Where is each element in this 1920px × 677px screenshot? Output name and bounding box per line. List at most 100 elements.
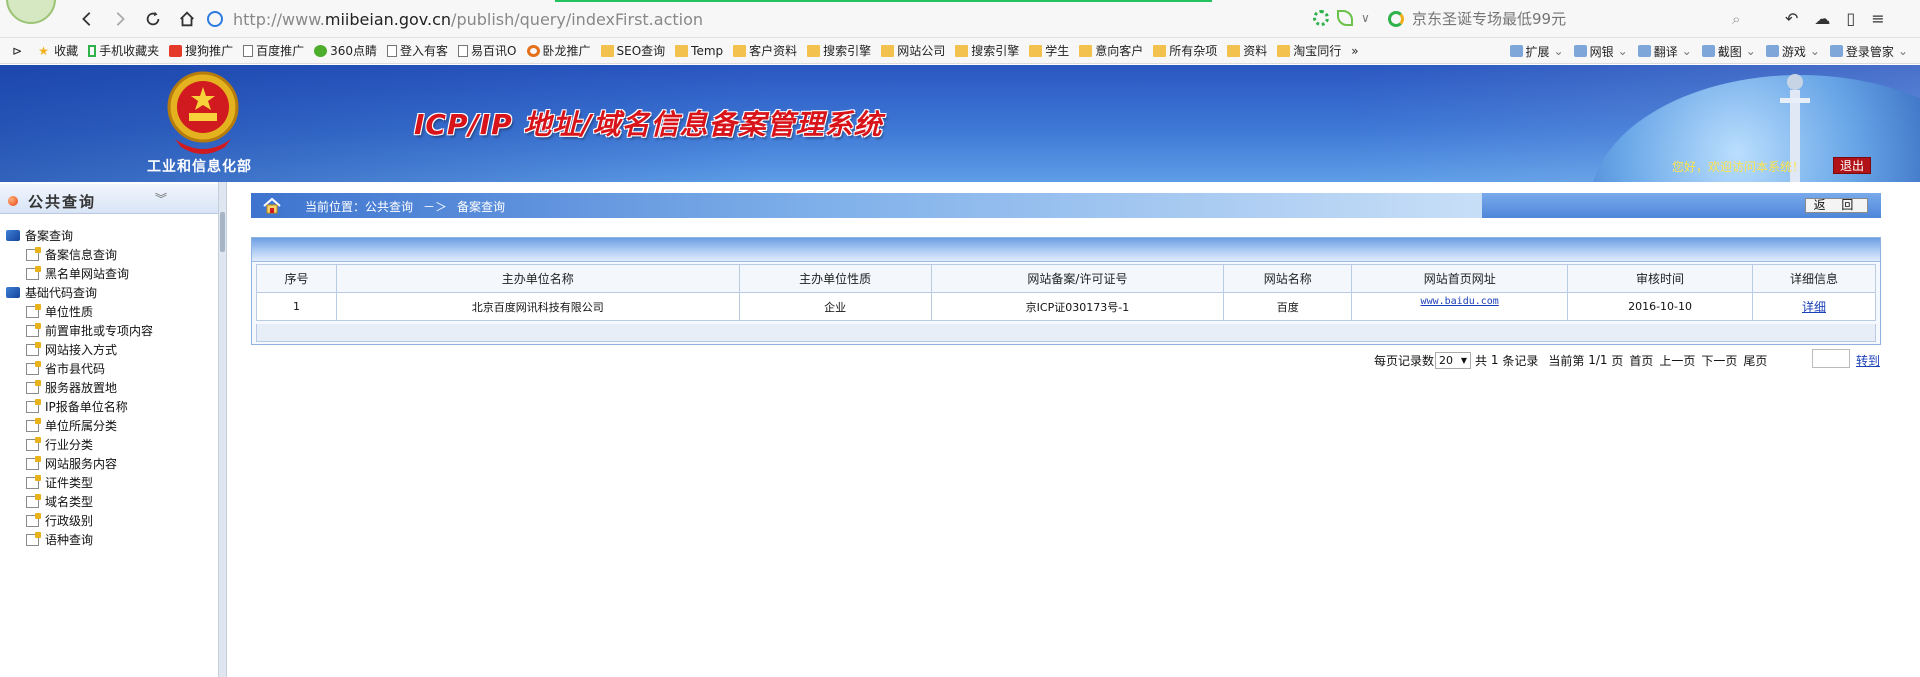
sidebar-item-1-6[interactable]: 单位所属分类 — [6, 416, 153, 435]
url-dropdown-icon[interactable]: ∨ — [1361, 10, 1377, 26]
bookmark-label: SEO查询 — [616, 44, 666, 58]
sidebar-item-1-12[interactable]: 语种查询 — [6, 530, 153, 549]
tree-group-0[interactable]: 备案查询 — [6, 226, 153, 245]
bookmark-label: 截图 — [1717, 44, 1742, 59]
right-bookmark-0[interactable]: 扩展 ⌄ — [1509, 43, 1564, 60]
left-bookmark-13[interactable]: 搜索引擎 — [955, 42, 1019, 59]
sidebar-item-1-2[interactable]: 网站接入方式 — [6, 340, 153, 359]
homepage-link[interactable]: www.baidu.com — [1421, 296, 1499, 307]
sidebar-item-1-9[interactable]: 证件类型 — [6, 473, 153, 492]
user-avatar[interactable] — [6, 0, 56, 24]
sidebar-item-1-11[interactable]: 行政级别 — [6, 511, 153, 530]
cell-homepage: www.baidu.com — [1351, 292, 1569, 321]
goto-page-link[interactable]: 转到 — [1856, 352, 1880, 369]
left-bookmark-15[interactable]: 意向客户 — [1079, 42, 1143, 59]
menu-icon[interactable]: ≡ — [1871, 9, 1884, 28]
sidebar-item-1-0[interactable]: 单位性质 — [6, 302, 153, 321]
star-icon: ★ — [38, 43, 49, 58]
sidebar-item-1-5[interactable]: IP报备单位名称 — [6, 397, 153, 416]
sidebar-item-1-10[interactable]: 域名类型 — [6, 492, 153, 511]
site-info-icon[interactable] — [207, 11, 223, 27]
left-bookmark-4[interactable]: 360点睛 — [314, 42, 377, 59]
breadcrumb-separator: －＞ — [423, 200, 448, 214]
prev-page-link[interactable]: 上一页 — [1659, 352, 1695, 369]
detail-link[interactable]: 详细 — [1802, 300, 1826, 314]
left-bookmark-1[interactable]: 手机收藏夹 — [88, 42, 159, 59]
left-bookmark-10[interactable]: 客户资料 — [733, 42, 797, 59]
sidebar-item-0-1[interactable]: 黑名单网站查询 — [6, 264, 153, 283]
left-bookmark-6[interactable]: 易百讯O — [458, 42, 517, 59]
first-page-link[interactable]: 首页 — [1629, 352, 1653, 369]
left-bookmark-17[interactable]: 资料 — [1227, 42, 1267, 59]
sidebar-item-0-0[interactable]: 备案信息查询 — [6, 245, 153, 264]
left-bookmark-2[interactable]: 搜狗推广 — [169, 42, 233, 59]
last-page-link[interactable]: 尾页 — [1743, 352, 1767, 369]
per-page-select[interactable]: 20 ▼ — [1435, 351, 1472, 369]
right-bookmark-1[interactable]: 网银 ⌄ — [1573, 43, 1628, 60]
national-emblem-icon — [167, 71, 239, 154]
right-bookmark-5[interactable]: 登录管家 ⌄ — [1829, 43, 1908, 60]
search-icon[interactable]: ⌕ — [1732, 10, 1740, 28]
left-bookmark-7[interactable]: 卧龙推广 — [526, 42, 591, 59]
left-bookmark-3[interactable]: 百度推广 — [243, 42, 304, 59]
col-index: 序号 — [256, 264, 337, 293]
sidebar-item-1-4[interactable]: 服务器放置地 — [6, 378, 153, 397]
bookmark-label: 百度推广 — [256, 44, 305, 58]
search-input[interactable] — [1412, 10, 1732, 28]
login-manager-icon — [1829, 45, 1843, 57]
search-engine-icon[interactable] — [1388, 11, 1404, 27]
forward-nav-icon[interactable] — [107, 6, 133, 32]
cloud-icon[interactable]: ☁ — [1814, 9, 1830, 28]
right-bookmark-3[interactable]: 截图 ⌄ — [1701, 43, 1756, 60]
sidebar-header[interactable]: 公共查询 ︾ — [0, 184, 220, 214]
sidebar-item-1-7[interactable]: 行业分类 — [6, 435, 153, 454]
back-nav-icon[interactable] — [74, 6, 100, 32]
phone-icon — [88, 44, 97, 57]
left-bookmark-12[interactable]: 网站公司 — [881, 42, 945, 59]
screenshot-icon — [1701, 45, 1715, 57]
tree-group-1[interactable]: 基础代码查询 — [6, 283, 153, 302]
folder-icon — [807, 44, 821, 57]
extension-icon — [1509, 45, 1523, 57]
url-text[interactable]: http://www.miibeian.gov.cn/publish/query… — [233, 10, 703, 29]
collapse-chevron-icon[interactable]: ︾ — [155, 190, 167, 207]
address-bar[interactable]: http://www.miibeian.gov.cn/publish/query… — [207, 4, 1362, 34]
left-bookmark-0[interactable]: ★ 收藏 — [38, 42, 78, 59]
reload-icon[interactable] — [140, 6, 166, 32]
mobile-icon[interactable]: ▯ — [1846, 9, 1855, 28]
back-button[interactable]: 返 回 — [1805, 198, 1868, 213]
home-nav-icon[interactable] — [174, 6, 200, 32]
leaf-icon[interactable] — [1337, 10, 1353, 26]
right-bookmark-4[interactable]: 游戏 ⌄ — [1765, 43, 1820, 60]
left-bookmark-16[interactable]: 所有杂项 — [1153, 42, 1217, 59]
speed-mode-icon[interactable] — [1313, 10, 1329, 26]
search-box[interactable]: ⌕ — [1388, 4, 1768, 34]
left-bookmark-18[interactable]: 淘宝同行 — [1277, 42, 1341, 59]
left-bookmark-11[interactable]: 搜索引擎 — [807, 42, 871, 59]
page-icon — [243, 44, 254, 57]
bookmarks-more-button[interactable]: » — [1351, 44, 1358, 58]
undo-icon[interactable]: ↶ — [1785, 9, 1798, 28]
left-bookmark-8[interactable]: SEO查询 — [600, 42, 666, 59]
bookmark-label: 资料 — [1243, 44, 1268, 58]
left-bookmark-5[interactable]: 登入有客 — [387, 42, 448, 59]
system-title: ICP/IP 地址/域名信息备案管理系统 — [414, 108, 883, 141]
sidebar-item-1-3[interactable]: 省市县代码 — [6, 359, 153, 378]
next-page-link[interactable]: 下一页 — [1701, 352, 1737, 369]
sidebar-splitter[interactable] — [218, 182, 227, 677]
goto-page-input[interactable] — [1812, 349, 1850, 368]
right-bookmark-2[interactable]: 翻译 ⌄ — [1637, 43, 1692, 60]
sidebar-toggle-icon[interactable]: ⊳ — [12, 44, 22, 58]
results-table: 序号 主办单位名称 主办单位性质 网站备案/许可证号 网站名称 网站首页网址 审… — [256, 264, 1876, 321]
folder-icon — [1153, 44, 1167, 57]
sidebar-item-label: IP报备单位名称 — [45, 400, 128, 414]
left-bookmark-14[interactable]: 学生 — [1029, 42, 1069, 59]
logout-button[interactable]: 退出 — [1833, 157, 1872, 174]
sidebar-item-1-1[interactable]: 前置审批或专项内容 — [6, 321, 153, 340]
left-bookmark-9[interactable]: Temp — [675, 44, 723, 58]
current-label: 当前第 — [1548, 353, 1585, 368]
sidebar-item-1-8[interactable]: 网站服务内容 — [6, 454, 153, 473]
site-banner: 工业和信息化部 ICP/IP 地址/域名信息备案管理系统 您好，欢迎访问本系统！… — [0, 65, 1920, 182]
splitter-grip[interactable] — [220, 212, 225, 252]
game-icon — [1765, 45, 1779, 57]
